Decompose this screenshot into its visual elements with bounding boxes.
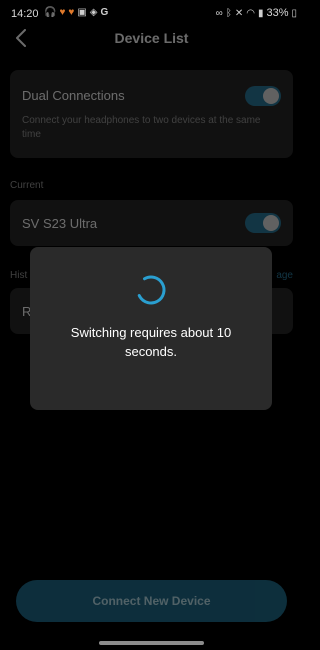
current-device-name: SV S23 Ultra [22,216,98,231]
dual-connections-description: Connect your headphones to two devices a… [22,115,261,140]
loading-spinner-icon [134,273,168,307]
dual-connections-card: Dual Connections Connect your headphones… [10,70,293,158]
connect-new-device-button[interactable]: Connect New Device [16,580,287,622]
switching-message: Switching requires about 10 seconds. [70,325,232,359]
switching-dialog: Switching requires about 10 seconds. [30,247,272,410]
manage-link[interactable]: age [276,270,293,281]
current-section-label: Current [10,180,44,191]
history-section-label: Hist [10,270,28,281]
page-title: Device List [114,30,189,46]
dual-connections-toggle[interactable] [245,86,281,106]
dual-connections-label: Dual Connections [22,88,125,103]
home-indicator [99,641,204,645]
current-device-card: SV S23 Ultra [10,200,293,246]
header: Device List [0,26,303,52]
current-device-toggle[interactable] [245,213,281,233]
